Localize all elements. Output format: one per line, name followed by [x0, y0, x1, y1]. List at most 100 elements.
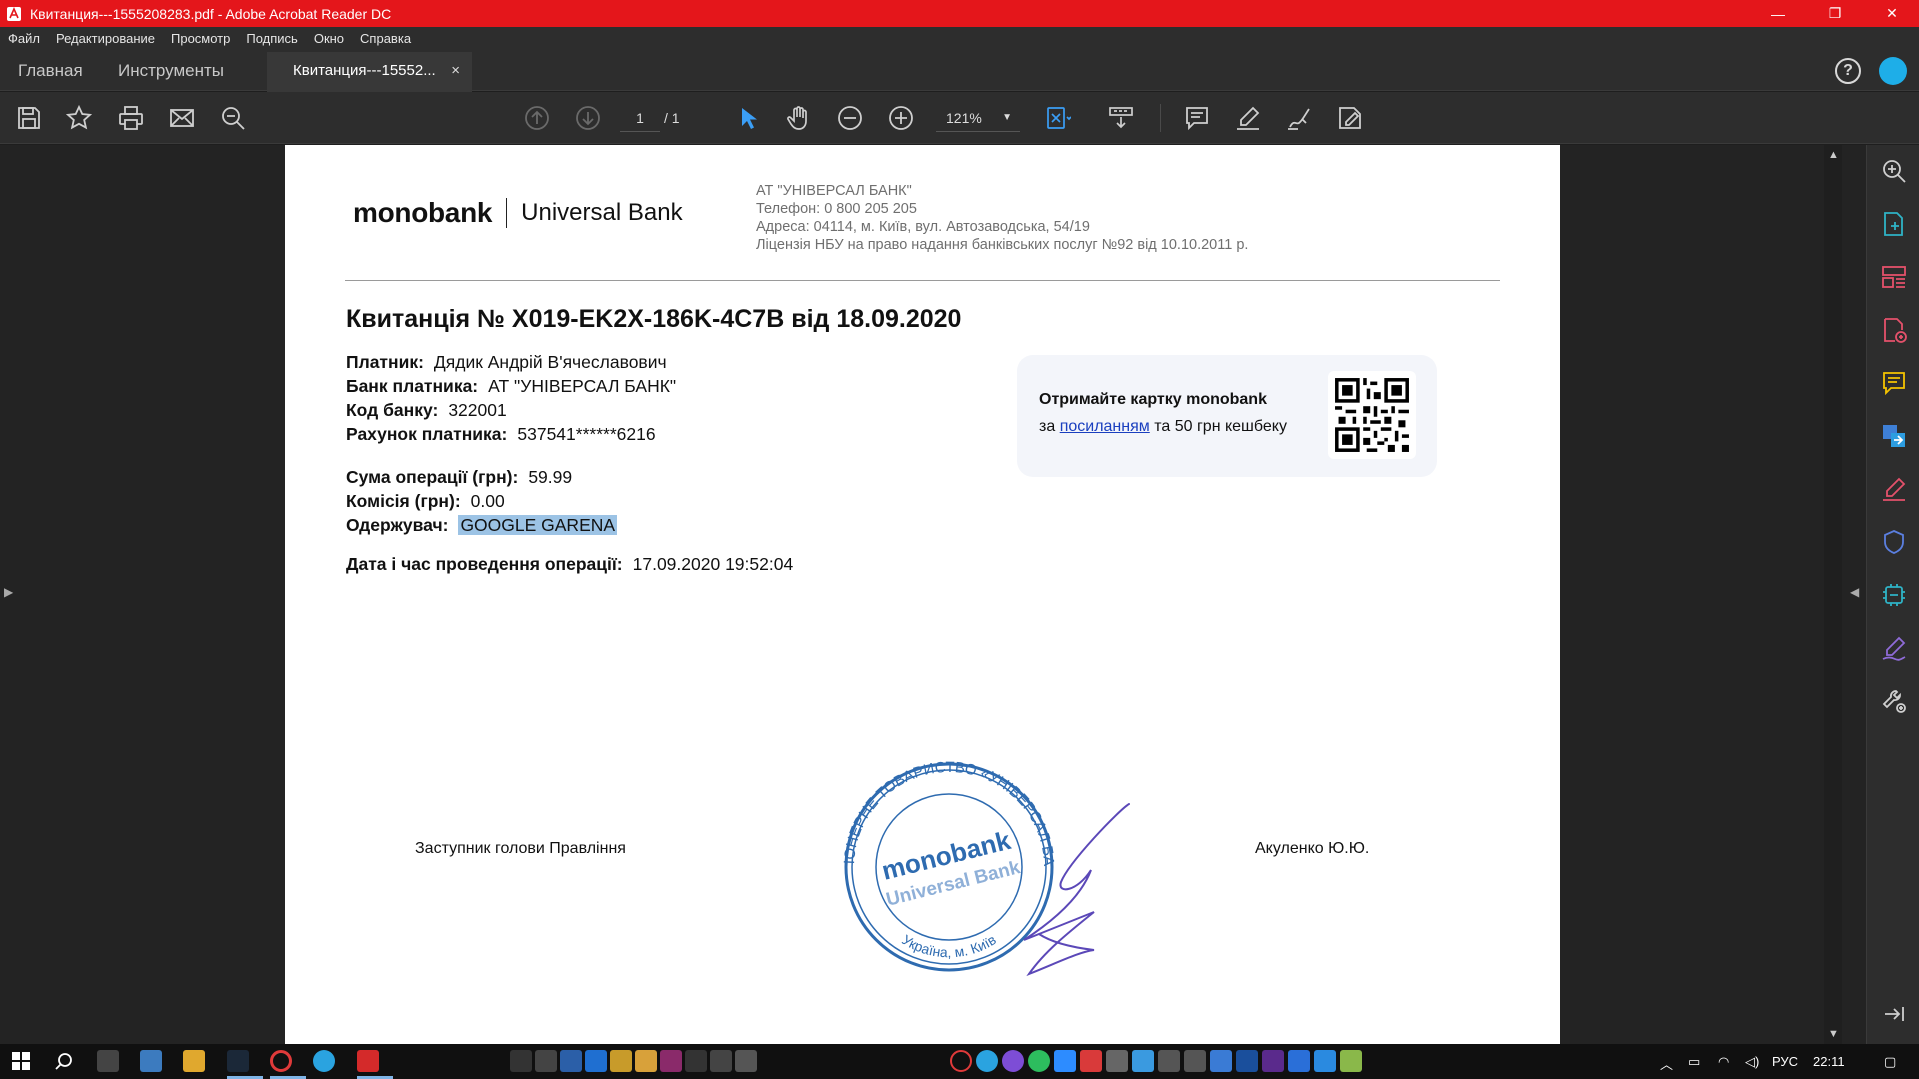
- tray-app-icon[interactable]: [1210, 1050, 1232, 1072]
- pinned-app-icon[interactable]: [585, 1050, 607, 1072]
- account-icon[interactable]: [1879, 57, 1907, 85]
- fit-page-icon[interactable]: [1043, 103, 1073, 133]
- tray-app-icon[interactable]: [1340, 1050, 1362, 1072]
- tray-viber-icon[interactable]: [1002, 1050, 1024, 1072]
- tray-chevron-up-icon[interactable]: ︿: [1660, 1054, 1673, 1073]
- highlight-pen-icon[interactable]: [1233, 103, 1263, 133]
- menu-help[interactable]: Справка: [352, 31, 419, 46]
- email-icon[interactable]: [167, 103, 197, 133]
- wifi-icon[interactable]: ◠: [1718, 1054, 1729, 1070]
- sign-icon[interactable]: [1284, 103, 1314, 133]
- menu-window[interactable]: Окно: [306, 31, 352, 46]
- windows-taskbar: ︿ ▭ ◠ ◁) РУС 22:11 ▢: [0, 1044, 1919, 1079]
- request-signature-icon[interactable]: [1880, 634, 1908, 662]
- organize-pages-icon[interactable]: [1880, 263, 1908, 291]
- menu-sign[interactable]: Подпись: [238, 31, 305, 46]
- tray-app-icon[interactable]: [1106, 1050, 1128, 1072]
- menu-edit[interactable]: Редактирование: [48, 31, 163, 46]
- menu-file[interactable]: Файл: [0, 31, 48, 46]
- selected-text[interactable]: GOOGLE GARENA: [458, 515, 618, 535]
- zoom-level-select[interactable]: 121% ▼: [936, 104, 1020, 132]
- battery-icon[interactable]: ▭: [1688, 1054, 1700, 1070]
- tray-zoom-icon[interactable]: [1054, 1050, 1076, 1072]
- tray-app-icon[interactable]: [1158, 1050, 1180, 1072]
- pinned-app-icon[interactable]: [510, 1050, 532, 1072]
- pinned-app-icon[interactable]: [535, 1050, 557, 1072]
- scroll-mode-icon[interactable]: [1106, 103, 1136, 133]
- tab-document[interactable]: Квитанция---15552... ×: [267, 52, 472, 92]
- tab-home[interactable]: Главная: [18, 50, 83, 91]
- field-recipient: Одержувач: GOOGLE GARENA: [346, 515, 618, 536]
- print-icon[interactable]: [116, 103, 146, 133]
- comment-tool-icon[interactable]: [1880, 369, 1908, 397]
- pinned-app-icon[interactable]: [610, 1050, 632, 1072]
- send-for-review-icon[interactable]: [1880, 581, 1908, 609]
- right-pane-toggle-icon[interactable]: ◀: [1850, 585, 1859, 599]
- vertical-scrollbar[interactable]: ▲ ▼: [1824, 145, 1842, 1044]
- zoom-in-icon[interactable]: [886, 103, 916, 133]
- tray-telegram-icon[interactable]: [976, 1050, 998, 1072]
- notifications-icon[interactable]: ▢: [1884, 1054, 1896, 1070]
- tray-app-icon[interactable]: [1184, 1050, 1206, 1072]
- tray-shield-icon[interactable]: [1132, 1050, 1154, 1072]
- field-payer-bank: Банк платника: АТ "УНІВЕРСАЛ БАНК": [346, 376, 676, 397]
- protect-icon[interactable]: [1880, 528, 1908, 556]
- steam-icon[interactable]: [227, 1050, 249, 1072]
- select-cursor-icon[interactable]: [733, 103, 763, 133]
- windows-start-icon[interactable]: [10, 1050, 32, 1072]
- export-pdf-icon[interactable]: [1880, 316, 1908, 344]
- fill-and-sign-tool-icon[interactable]: [1880, 475, 1908, 503]
- tray-download-icon[interactable]: [1080, 1050, 1102, 1072]
- tray-photoshop-icon[interactable]: [1236, 1050, 1258, 1072]
- app-icon[interactable]: [140, 1050, 162, 1072]
- save-icon[interactable]: [14, 103, 44, 133]
- close-tab-icon[interactable]: ×: [451, 52, 460, 90]
- pinned-app-icon[interactable]: [635, 1050, 657, 1072]
- close-window-button[interactable]: ✕: [1869, 0, 1915, 27]
- left-pane-toggle-icon[interactable]: ▶: [4, 585, 13, 599]
- zoom-out-icon[interactable]: [835, 103, 865, 133]
- tray-whatsapp-icon[interactable]: [1028, 1050, 1050, 1072]
- enhance-scan-icon[interactable]: [1880, 157, 1908, 185]
- taskbar-search-icon[interactable]: [53, 1050, 75, 1072]
- pinned-app-icon[interactable]: [710, 1050, 732, 1072]
- store-icon[interactable]: [97, 1050, 119, 1072]
- tray-dropbox-icon[interactable]: [1314, 1050, 1336, 1072]
- scroll-down-icon[interactable]: ▼: [1828, 1028, 1839, 1040]
- bookmark-star-icon[interactable]: [64, 103, 94, 133]
- pinned-app-icon[interactable]: [560, 1050, 582, 1072]
- combine-files-icon[interactable]: [1880, 422, 1908, 450]
- scroll-up-icon[interactable]: ▲: [1828, 149, 1839, 161]
- more-tools-icon[interactable]: [1880, 687, 1908, 715]
- tray-app-icon[interactable]: [1288, 1050, 1310, 1072]
- acrobat-taskbar-icon[interactable]: [357, 1050, 379, 1072]
- document-view[interactable]: ▶ ◀ monobank Universal Bank АТ "УНІВЕРСА…: [0, 145, 1866, 1044]
- next-page-icon[interactable]: [573, 103, 603, 133]
- menu-view[interactable]: Просмотр: [163, 31, 238, 46]
- fill-sign-icon[interactable]: [1335, 103, 1365, 133]
- tab-tools[interactable]: Инструменты: [118, 50, 224, 91]
- minimize-button[interactable]: —: [1755, 0, 1801, 27]
- volume-icon[interactable]: ◁): [1745, 1054, 1759, 1070]
- hand-tool-icon[interactable]: [784, 103, 814, 133]
- create-pdf-icon[interactable]: [1880, 210, 1908, 238]
- tray-premiere-icon[interactable]: [1262, 1050, 1284, 1072]
- restore-button[interactable]: ❐: [1812, 0, 1858, 27]
- opera-icon[interactable]: [270, 1050, 292, 1072]
- collapse-pane-icon[interactable]: [1880, 1000, 1908, 1028]
- pinned-app-icon[interactable]: [735, 1050, 757, 1072]
- language-indicator[interactable]: РУС: [1772, 1054, 1798, 1069]
- comment-icon[interactable]: [1182, 103, 1212, 133]
- previous-page-icon[interactable]: [522, 103, 552, 133]
- pinned-app-icon[interactable]: [660, 1050, 682, 1072]
- page-number-input[interactable]: 1: [620, 104, 660, 132]
- help-icon[interactable]: ?: [1835, 58, 1861, 84]
- promo-link[interactable]: посиланням: [1060, 418, 1150, 435]
- search-icon[interactable]: [218, 103, 248, 133]
- tray-opera-icon[interactable]: [950, 1050, 972, 1072]
- file-explorer-icon[interactable]: [183, 1050, 205, 1072]
- pinned-app-icon[interactable]: [685, 1050, 707, 1072]
- clock[interactable]: 22:11: [1813, 1054, 1845, 1069]
- telegram-icon[interactable]: [313, 1050, 335, 1072]
- signer-title: Заступник голови Правління: [415, 840, 626, 857]
